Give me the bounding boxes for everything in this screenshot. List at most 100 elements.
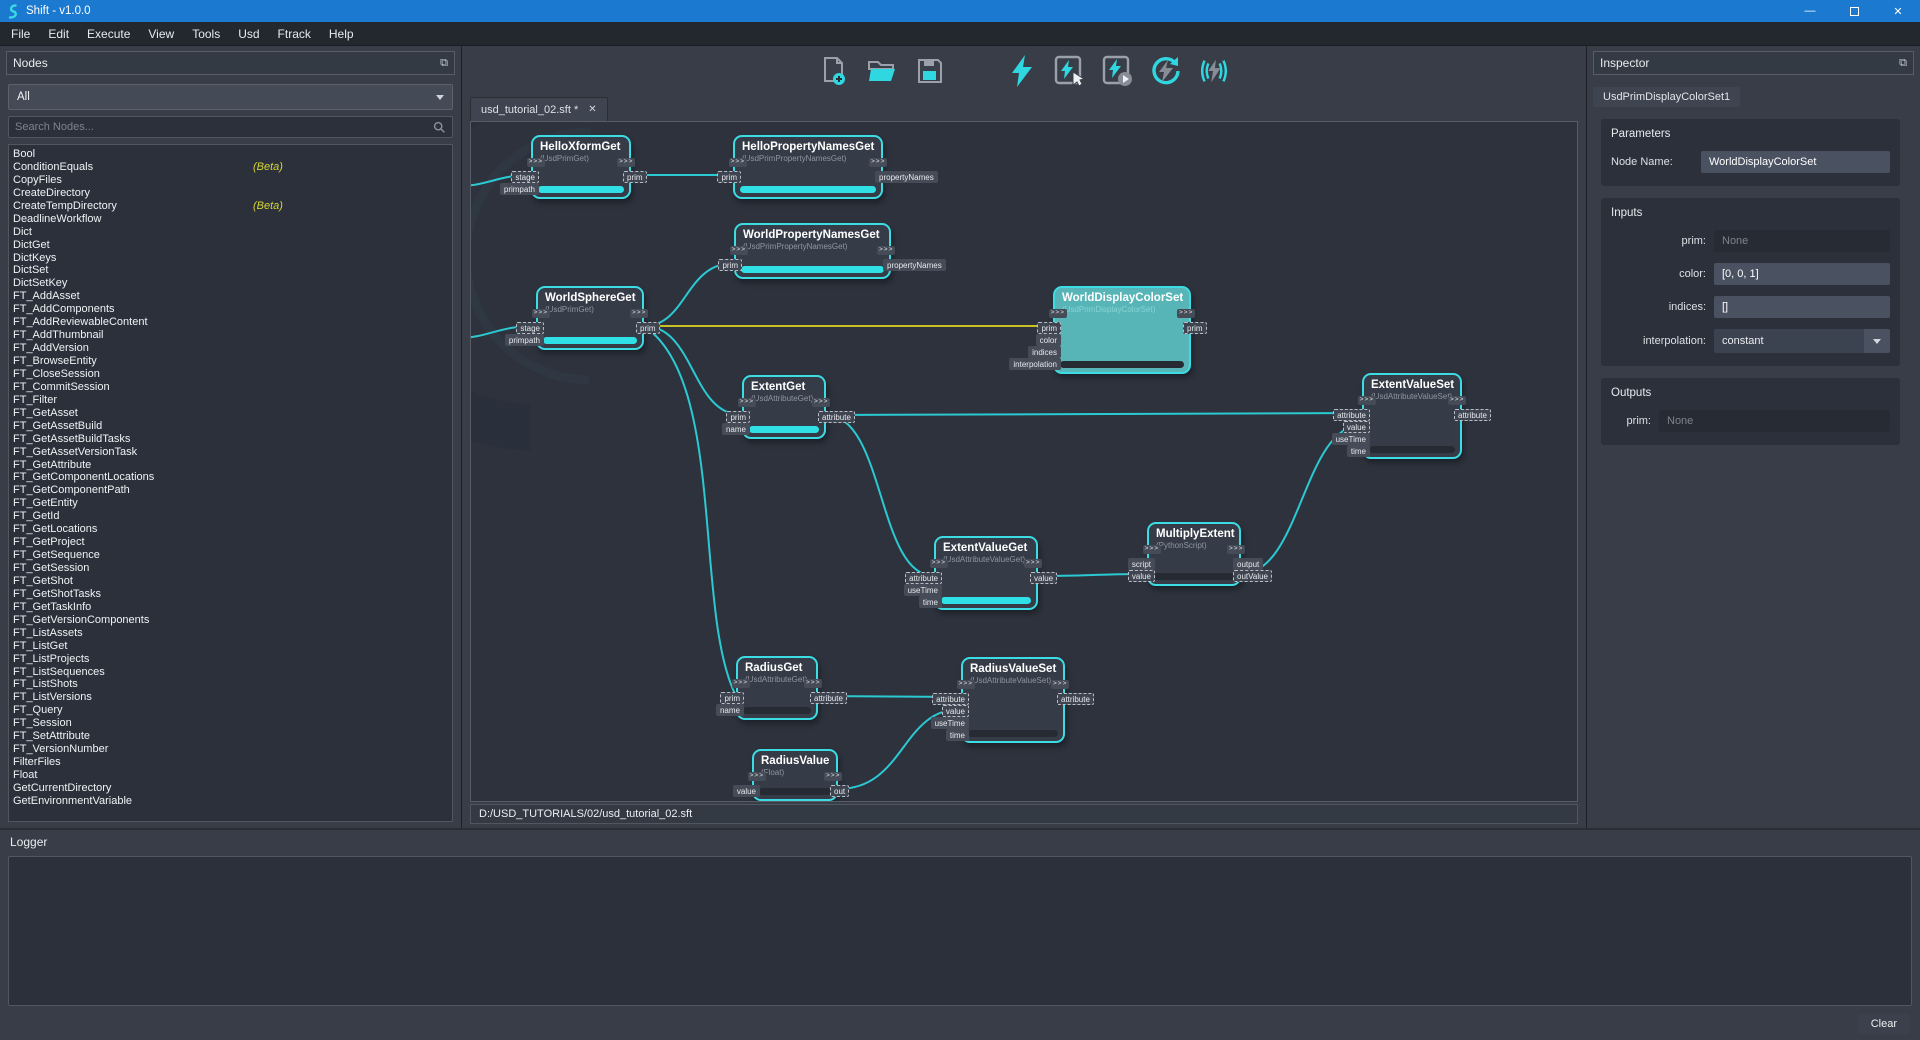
node-type-item[interactable]: FT_GetProject [13,536,452,549]
port-out-prim[interactable]: prim [623,171,647,183]
port-in-primpath[interactable]: primpath [505,334,544,346]
node-type-item[interactable]: FT_Query [13,704,452,717]
node-name-field[interactable]: WorldDisplayColorSet [1701,151,1890,173]
node-RadiusValue[interactable]: RadiusValue(Float)value>>>out>>> [752,749,838,801]
node-type-item[interactable]: FT_ListVersions [13,691,452,704]
node-type-item[interactable]: FT_GetVersionComponents [13,614,452,627]
graph-edge[interactable] [1241,425,1362,574]
node-WorldDisplayColorSet[interactable]: WorldDisplayColorSet(UsdPrimDisplayColor… [1053,286,1191,374]
node-type-item[interactable]: FT_SetAttribute [13,730,452,743]
menu-usd[interactable]: Usd [229,22,268,46]
port-in-prim[interactable]: prim [720,692,744,704]
node-type-item[interactable]: FT_AddReviewableContent [13,316,452,329]
menu-tools[interactable]: Tools [183,22,229,46]
color-field[interactable]: [0, 0, 1] [1714,263,1890,285]
node-type-item[interactable]: FT_CommitSession [13,381,452,394]
port-out-prim[interactable]: prim [636,322,660,334]
tab-close-icon[interactable]: ✕ [588,104,596,115]
node-type-item[interactable]: FT_ListGet [13,640,452,653]
node-type-item[interactable]: CreateTempDirectory(Beta) [13,200,452,213]
node-type-item[interactable]: FT_GetSequence [13,549,452,562]
save-scene-button[interactable] [913,53,947,89]
node-type-item[interactable]: FT_GetAssetBuild [13,420,452,433]
reload-and-execute-button[interactable] [1149,53,1183,89]
node-search-input[interactable] [15,121,433,133]
indices-field[interactable]: [] [1714,296,1890,318]
node-ExtentGet[interactable]: ExtentGet(UsdAttributeGet)prim>>>nameatt… [742,375,826,439]
node-graph-canvas[interactable]: HelloXformGet(UsdPrimGet)stage>>>primpat… [470,121,1578,802]
execute-graph-button[interactable] [1005,53,1039,89]
node-type-item[interactable]: Dict [13,226,452,239]
node-type-item[interactable]: FT_GetTaskInfo [13,601,452,614]
port-in-indices[interactable]: indices [1028,346,1061,358]
port-in-time[interactable]: time [919,596,942,608]
node-type-item[interactable]: FT_GetShotTasks [13,588,452,601]
node-RadiusGet[interactable]: RadiusGet(UsdAttributeGet)prim>>>nameatt… [736,656,818,720]
node-type-item[interactable]: FT_GetId [13,510,452,523]
port-out-attribute[interactable]: attribute [1454,409,1491,421]
node-type-item[interactable]: FT_AddAsset [13,290,452,303]
execute-after-selected-button[interactable] [1101,53,1135,89]
live-execution-button[interactable] [1197,53,1231,89]
maximize-button[interactable] [1832,0,1876,22]
port-out-attribute[interactable]: attribute [1057,693,1094,705]
port-out-prim[interactable]: prim [1183,322,1207,334]
menu-edit[interactable]: Edit [39,22,78,46]
node-type-item[interactable]: FT_AddComponents [13,303,452,316]
port-out-value[interactable]: value [1030,572,1057,584]
node-type-item[interactable]: CreateDirectory [13,187,452,200]
menu-execute[interactable]: Execute [78,22,139,46]
node-type-item[interactable]: FT_GetAssetBuildTasks [13,433,452,446]
tab-usd-tutorial-02[interactable]: usd_tutorial_02.sft * ✕ [470,97,608,121]
port-in-color[interactable]: color [1036,334,1061,346]
port-in-useTime[interactable]: useTime [931,717,969,729]
port-in-prim[interactable]: prim [717,171,741,183]
port-in-prim[interactable]: prim [726,411,750,423]
execute-selected-button[interactable] [1053,53,1087,89]
port-out-propertyNames[interactable]: propertyNames [875,171,938,183]
minimize-button[interactable]: — [1788,0,1832,22]
port-in-attribute[interactable]: attribute [1333,409,1370,421]
node-type-item[interactable]: GetEnvironmentVariable [13,795,452,808]
menu-file[interactable]: File [2,22,39,46]
graph-edge[interactable] [826,415,934,576]
port-in-stage[interactable]: stage [516,322,544,334]
node-type-item[interactable]: FT_ListSequences [13,666,452,679]
port-out-outValue[interactable]: outValue [1233,570,1272,582]
port-in-interpolation[interactable]: interpolation [1009,358,1061,370]
node-type-item[interactable]: FT_CloseSession [13,368,452,381]
port-in-useTime[interactable]: useTime [1332,433,1370,445]
port-in-value[interactable]: value [733,785,760,797]
node-type-item[interactable]: FT_GetAssetVersionTask [13,446,452,459]
port-out-out[interactable]: out [830,785,849,797]
node-type-item[interactable]: Float [13,769,452,782]
node-type-item[interactable]: FT_GetShot [13,575,452,588]
port-in-attribute[interactable]: attribute [905,572,942,584]
port-in-time[interactable]: time [946,729,969,741]
node-type-item[interactable]: Bool [13,148,452,161]
port-in-stage[interactable]: stage [511,171,539,183]
graph-edge[interactable] [644,326,736,696]
node-ExtentValueSet[interactable]: ExtentValueSet(UsdAttributeValueSet)attr… [1362,373,1462,459]
node-type-item[interactable]: FT_AddThumbnail [13,329,452,342]
node-type-item[interactable]: FT_GetAsset [13,407,452,420]
menu-view[interactable]: View [139,22,183,46]
menu-ftrack[interactable]: Ftrack [269,22,320,46]
node-type-item[interactable]: FT_GetAttribute [13,459,452,472]
port-in-time[interactable]: time [1347,445,1370,457]
node-type-item[interactable]: DeadlineWorkflow [13,213,452,226]
node-type-item[interactable]: FilterFiles [13,756,452,769]
node-type-item[interactable]: FT_Filter [13,394,452,407]
node-type-item[interactable]: FT_ListShots [13,678,452,691]
port-out-propertyNames[interactable]: propertyNames [883,259,946,271]
node-type-item[interactable]: FT_ListAssets [13,627,452,640]
open-scene-button[interactable] [865,53,899,89]
node-WorldSphereGet[interactable]: WorldSphereGet(UsdPrimGet)stage>>>primpa… [536,286,644,350]
popout-icon[interactable]: ⧉ [1899,58,1907,69]
port-in-value[interactable]: value [1128,570,1155,582]
port-in-attribute[interactable]: attribute [932,693,969,705]
port-out-output[interactable]: output [1233,558,1263,570]
node-HelloPropertyNamesGet[interactable]: HelloPropertyNamesGet(UsdPrimPropertyNam… [733,135,883,199]
port-in-name[interactable]: name [716,704,744,716]
graph-edge[interactable] [826,413,1362,415]
